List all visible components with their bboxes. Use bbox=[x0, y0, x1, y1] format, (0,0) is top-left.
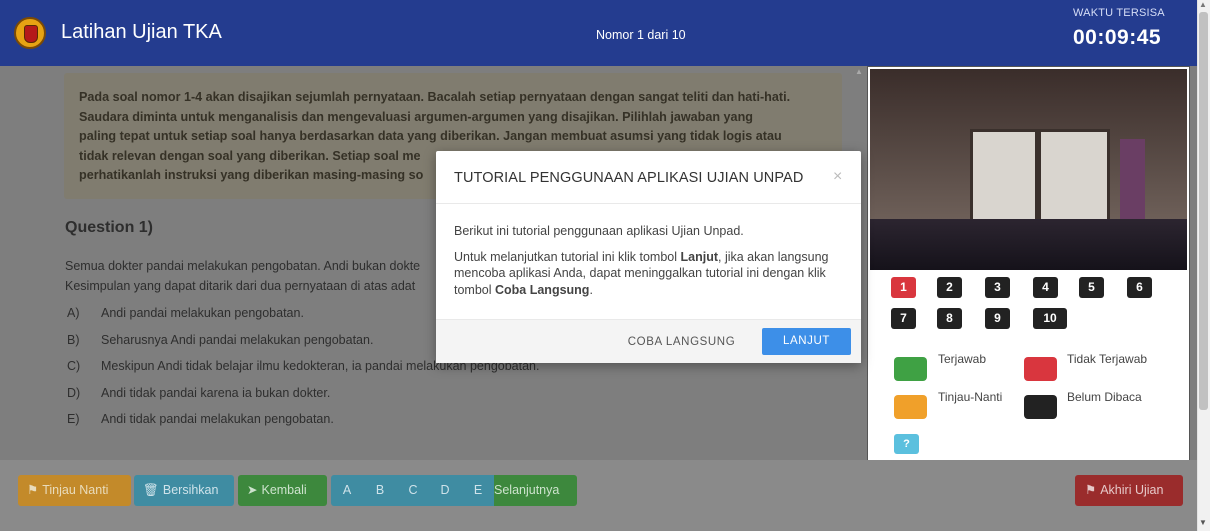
question-line: Semua dokter pandai melakukan pengobatan… bbox=[65, 259, 421, 273]
legend-unread-label: Belum Dibaca bbox=[1067, 390, 1142, 404]
legend-review-swatch bbox=[894, 395, 927, 419]
clear-label: Bersihkan bbox=[162, 483, 219, 497]
next-button[interactable]: Selanjutnya bbox=[494, 475, 577, 506]
option-d[interactable]: D) Andi tidak pandai karena ia bukan dokt… bbox=[67, 386, 539, 413]
close-icon[interactable]: × bbox=[833, 168, 842, 186]
question-heading: Question 1) bbox=[65, 219, 154, 236]
webcam-floor bbox=[870, 219, 1187, 270]
back-label: Kembali bbox=[261, 483, 307, 497]
university-logo bbox=[14, 17, 46, 49]
modal-paragraph-2: Untuk melanjutkan tutorial ini klik tomb… bbox=[454, 249, 849, 299]
app-header: Latihan Ujian TKA Nomor 1 dari 10 WAKTU … bbox=[0, 0, 1197, 66]
back-button[interactable]: ➤ Kembali bbox=[238, 475, 327, 506]
answer-c-button[interactable]: C bbox=[397, 475, 429, 506]
instruction-line: paling tepat untuk setiap soal hanya ber… bbox=[79, 129, 782, 144]
try-directly-button[interactable]: COBA LANGSUNG bbox=[619, 329, 744, 355]
modal-text: Untuk melanjutkan tutorial ini klik tomb… bbox=[454, 249, 681, 264]
legend-answered-label: Terjawab bbox=[938, 352, 987, 366]
question-nav-5[interactable]: 5 bbox=[1079, 277, 1104, 298]
instruction-line: Pada soal nomor 1-4 akan disajikan sejum… bbox=[79, 90, 791, 104]
question-nav-7[interactable]: 7 bbox=[891, 308, 916, 329]
question-counter: Nomor 1 dari 10 bbox=[596, 28, 686, 42]
question-nav-10[interactable]: 10 bbox=[1033, 308, 1067, 329]
question-line: Kesimpulan yang dapat ditarik dari dua p… bbox=[65, 278, 416, 293]
option-text: Seharusnya Andi pandai melakukan pengoba… bbox=[101, 332, 374, 347]
question-nav-6[interactable]: 6 bbox=[1127, 277, 1152, 298]
question-nav-3[interactable]: 3 bbox=[985, 277, 1010, 298]
question-nav-8[interactable]: 8 bbox=[937, 308, 962, 329]
legend-review-label: Tinjau-Nanti bbox=[938, 390, 1003, 404]
back-arrow-icon: ➤ bbox=[247, 483, 258, 497]
question-nav-2[interactable]: 2 bbox=[937, 277, 962, 298]
timer-label: WAKTU TERSISA bbox=[1073, 7, 1165, 19]
help-button[interactable]: ? bbox=[894, 434, 919, 454]
clear-button[interactable]: 🗑 Bersihkan bbox=[134, 475, 234, 506]
trash-icon: 🗑 bbox=[143, 483, 159, 497]
tag-icon: ⚑ bbox=[27, 483, 39, 497]
question-nav-4[interactable]: 4 bbox=[1033, 277, 1058, 298]
answer-b-button[interactable]: B bbox=[364, 475, 396, 506]
scroll-up-arrow-icon[interactable]: ▲ bbox=[1199, 0, 1207, 9]
app-title: Latihan Ujian TKA bbox=[61, 21, 222, 43]
question-text: Semua dokter pandai melakukan pengobatan… bbox=[65, 257, 445, 296]
modal-paragraph-1: Berikut ini tutorial penggunaan aplikasi… bbox=[454, 224, 744, 238]
instruction-line: Saudara diminta untuk menganalisis dan m… bbox=[79, 109, 753, 124]
modal-text: . bbox=[589, 282, 593, 297]
flag-icon: ⚑ bbox=[1085, 483, 1097, 497]
modal-text-bold: Lanjut bbox=[680, 249, 719, 264]
option-text: Andi tidak pandai melakukan pengobatan. bbox=[101, 412, 334, 426]
tutorial-modal: TUTORIAL PENGGUNAAN APLIKASI UJIAN UNPAD… bbox=[436, 151, 861, 363]
legend-unread-swatch bbox=[1024, 395, 1057, 419]
option-letter: A) bbox=[67, 306, 80, 320]
option-letter: C) bbox=[67, 359, 81, 373]
modal-divider bbox=[436, 203, 861, 204]
option-e[interactable]: E) Andi tidak pandai melakukan pengobatan… bbox=[67, 412, 539, 439]
answer-e-button[interactable]: E bbox=[462, 475, 494, 506]
timer-value: 00:09:45 bbox=[1073, 26, 1162, 49]
scroll-down-arrow-icon[interactable]: ▼ bbox=[1199, 518, 1207, 527]
legend-not-answered-label: Tidak Terjawab bbox=[1067, 352, 1148, 366]
end-exam-button[interactable]: ⚑ Akhiri Ujian bbox=[1075, 475, 1183, 506]
modal-body: Berikut ini tutorial penggunaan aplikasi… bbox=[454, 223, 849, 307]
content-scroll-up-icon[interactable]: ▲ bbox=[855, 67, 863, 76]
option-text: Andi pandai melakukan pengobatan. bbox=[101, 306, 304, 320]
question-nav-9[interactable]: 9 bbox=[985, 308, 1010, 329]
option-letter: E) bbox=[67, 412, 80, 426]
scroll-thumb[interactable] bbox=[1199, 12, 1208, 410]
answer-a-button[interactable]: A bbox=[331, 475, 363, 506]
webcam-preview bbox=[870, 69, 1187, 270]
option-letter: D) bbox=[67, 385, 81, 400]
review-later-button[interactable]: ⚑ Tinjau Nanti bbox=[18, 475, 131, 506]
option-letter: B) bbox=[67, 332, 80, 347]
continue-button[interactable]: LANJUT bbox=[762, 328, 851, 355]
end-exam-label: Akhiri Ujian bbox=[1100, 483, 1164, 497]
question-nav-1[interactable]: 1 bbox=[891, 277, 916, 298]
answer-d-button[interactable]: D bbox=[429, 475, 461, 506]
option-text: Andi tidak pandai karena ia bukan dokter… bbox=[101, 385, 331, 400]
modal-title: TUTORIAL PENGGUNAAN APLIKASI UJIAN UNPAD bbox=[454, 170, 804, 186]
legend-not-answered-swatch bbox=[1024, 357, 1057, 381]
modal-text-bold: Coba Langsung bbox=[495, 282, 590, 297]
legend-answered-swatch bbox=[894, 357, 927, 381]
review-later-label: Tinjau Nanti bbox=[42, 483, 109, 497]
